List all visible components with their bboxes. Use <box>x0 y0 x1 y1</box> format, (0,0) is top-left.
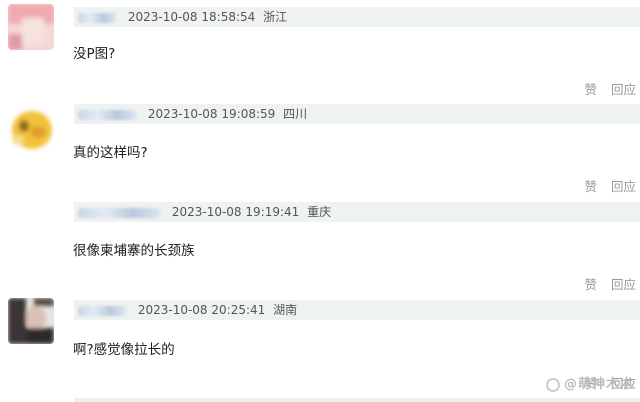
comment-text: 啊?感觉像拉长的 <box>73 342 175 358</box>
watermark-text: @萌神木木 <box>563 377 634 392</box>
comment-text: 真的这样吗? <box>73 145 148 161</box>
avatar[interactable] <box>8 106 54 152</box>
comment-text: 很像柬埔寨的长颈族 <box>73 243 195 259</box>
avatar[interactable] <box>8 298 54 344</box>
username-blurred[interactable] <box>78 305 126 316</box>
username-blurred[interactable] <box>78 207 160 218</box>
comment-actions: 赞 回应 <box>574 176 636 195</box>
comment-time: 2023-10-08 19:08:59 <box>147 107 276 121</box>
like-button[interactable]: 赞 <box>584 82 597 97</box>
reply-button[interactable]: 回应 <box>611 82 636 97</box>
comment-item: 2023-10-08 19:19:41 重庆 很像柬埔寨的长颈族 赞 回应 <box>0 196 640 294</box>
comment-time: 2023-10-08 20:25:41 <box>137 303 266 317</box>
comment-time: 2023-10-08 19:19:41 <box>171 205 300 219</box>
avatar[interactable] <box>8 4 54 50</box>
comment-location: 四川 <box>283 107 308 121</box>
comment-meta: 2023-10-08 18:58:54 浙江 <box>74 7 640 27</box>
reply-button[interactable]: 回应 <box>611 277 636 292</box>
watermark: @萌神木木 <box>545 373 634 392</box>
comment-time: 2023-10-08 18:58:54 <box>127 10 256 24</box>
comment-location: 浙江 <box>263 10 288 24</box>
like-button[interactable]: 赞 <box>584 277 597 292</box>
reply-button[interactable]: 回应 <box>611 179 636 194</box>
like-button[interactable]: 赞 <box>584 179 597 194</box>
next-comment-meta-partial <box>74 398 640 402</box>
camera-icon <box>545 377 560 392</box>
comment-meta: 2023-10-08 20:25:41 湖南 <box>74 300 640 320</box>
comment-meta: 2023-10-08 19:19:41 重庆 <box>74 202 640 222</box>
username-blurred[interactable] <box>78 109 136 120</box>
comment-location: 重庆 <box>307 205 332 219</box>
comment-item: 2023-10-08 20:25:41 湖南 啊?感觉像拉长的 赞 回应 <box>0 294 640 402</box>
username-blurred[interactable] <box>78 12 116 23</box>
comment-meta: 2023-10-08 19:08:59 四川 <box>74 104 640 124</box>
comment-location: 湖南 <box>273 303 298 317</box>
comment-text: 没P图? <box>73 46 116 62</box>
comment-item: 2023-10-08 18:58:54 浙江 没P图? 赞 回应 <box>0 0 640 98</box>
comment-actions: 赞 回应 <box>574 274 636 293</box>
comment-actions: 赞 回应 <box>574 79 636 98</box>
comment-item: 2023-10-08 19:08:59 四川 真的这样吗? 赞 回应 <box>0 98 640 196</box>
